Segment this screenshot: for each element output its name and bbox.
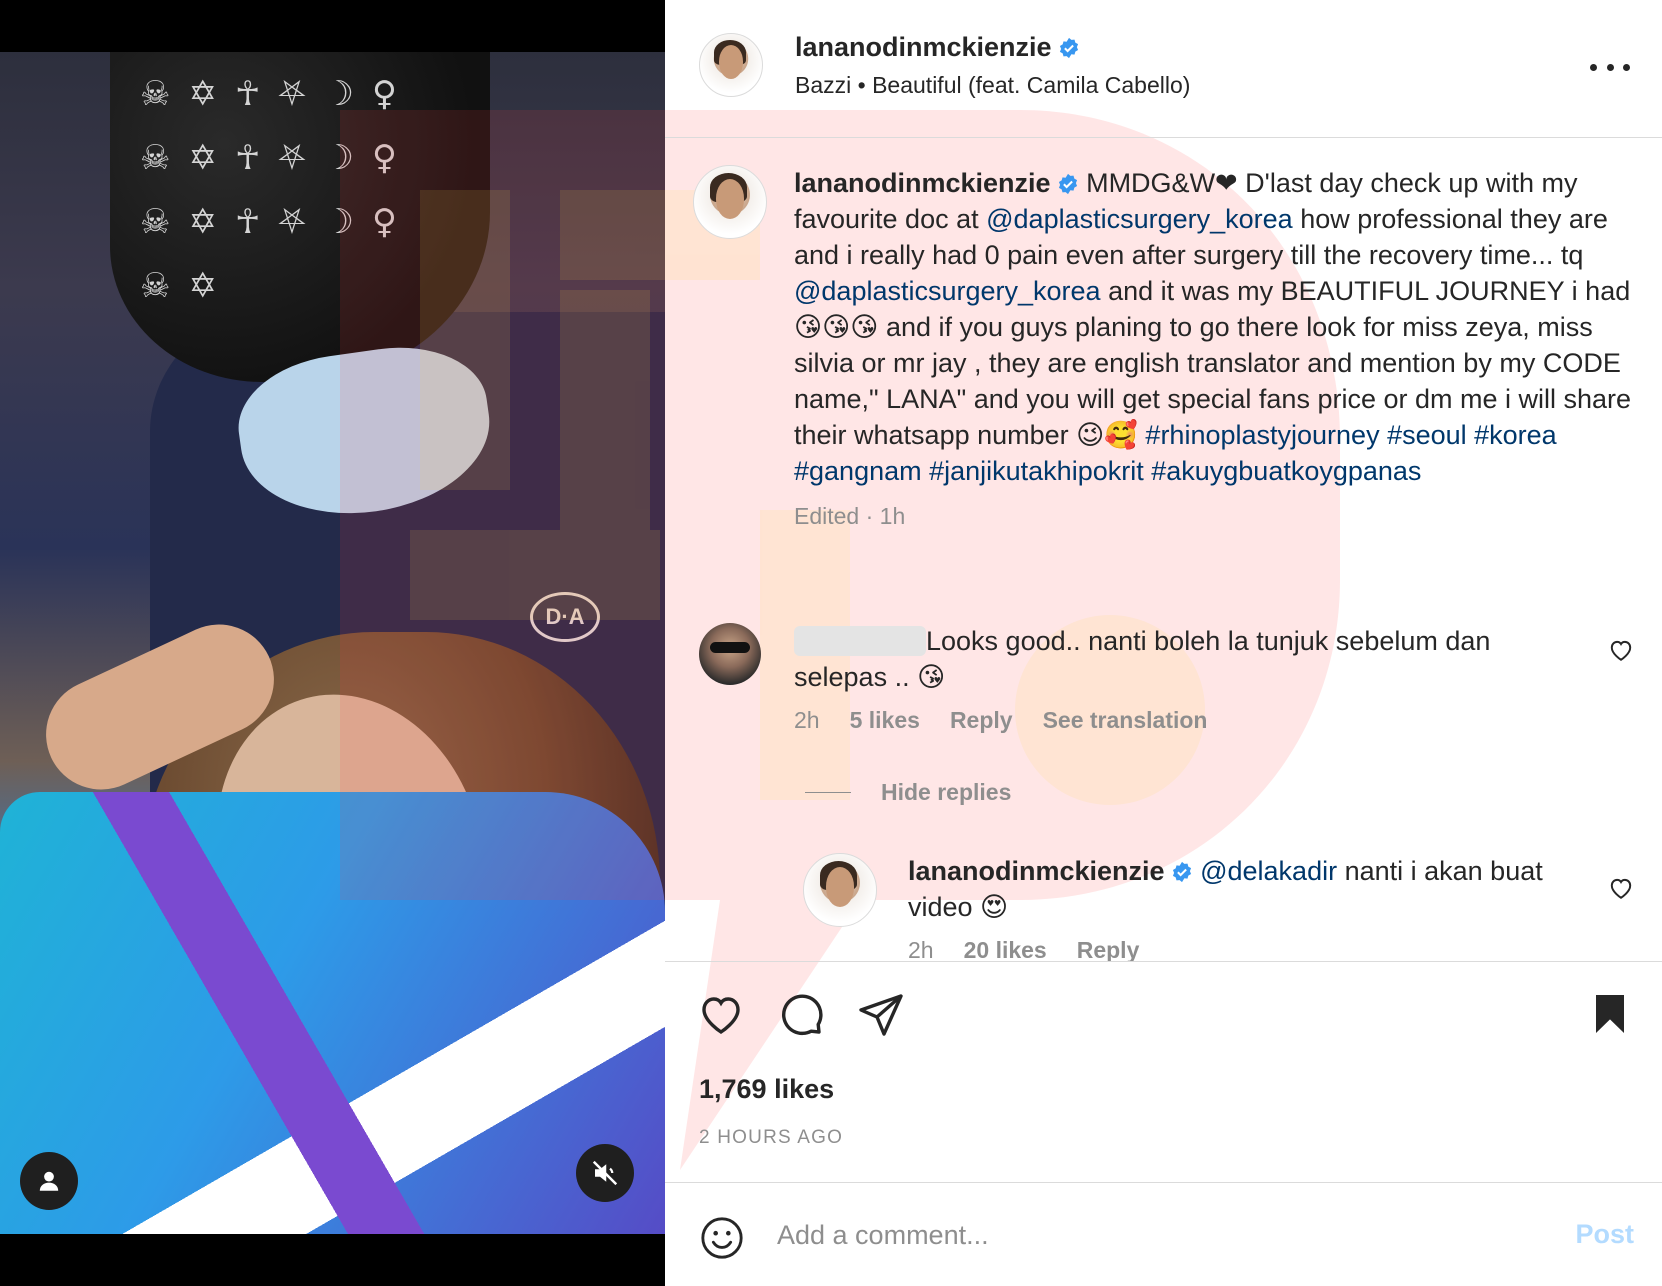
hide-replies-label[interactable]: Hide replies [881, 779, 1011, 806]
verified-badge-icon [1058, 173, 1077, 195]
mute-toggle-button[interactable] [576, 1144, 634, 1202]
blurred-username[interactable] [794, 626, 926, 656]
post-caption: lananodinmckienzie MMDG&W❤ D'last day ch… [693, 165, 1633, 530]
comment-input[interactable] [777, 1205, 1497, 1265]
author-avatar[interactable] [699, 33, 763, 97]
reply-like-heart-icon[interactable] [1608, 875, 1634, 901]
comment-reply-button[interactable]: Reply [950, 707, 1013, 734]
mention-link[interactable]: @daplasticsurgery_korea [986, 204, 1293, 234]
post-media[interactable]: D·A ☠✡☥⛧☽♀☠✡☥⛧☽♀☠✡☥⛧☽♀☠✡ [0, 0, 665, 1286]
verified-badge-icon [1172, 861, 1191, 883]
audio-separator: • [857, 72, 866, 98]
replies-divider [805, 792, 851, 793]
caption-text: lananodinmckienzie MMDG&W❤ D'last day ch… [794, 165, 1633, 489]
dot-icon [1623, 63, 1630, 71]
post-timestamp[interactable]: 2 HOURS AGO [699, 1127, 843, 1149]
comment-text: Looks good.. nanti boleh la tunjuk sebel… [794, 623, 1634, 695]
video-frame[interactable]: D·A ☠✡☥⛧☽♀☠✡☥⛧☽♀☠✡☥⛧☽♀☠✡ [0, 52, 665, 1234]
avatar-glasses [710, 641, 750, 653]
caption-username[interactable]: lananodinmckienzie [794, 168, 1051, 198]
reply-likes[interactable]: 20 likes [964, 937, 1047, 961]
share-paper-plane-icon[interactable] [857, 990, 905, 1038]
like-count[interactable]: 1,769 likes [699, 1074, 834, 1105]
saved-bookmark-icon[interactable] [1586, 990, 1634, 1038]
caption-meta: Edited · 1h [794, 503, 906, 529]
audio-track[interactable]: Bazzi • Beautiful (feat. Camila Cabello) [795, 72, 1190, 99]
tagged-users-button[interactable] [20, 1152, 78, 1210]
add-comment-bar: Post [665, 1182, 1662, 1286]
reply-actions: 2h 20 likes Reply [908, 937, 1634, 961]
reply-username[interactable]: lananodinmckienzie [908, 856, 1165, 886]
cap-pattern: ☠✡☥⛧☽♀☠✡☥⛧☽♀☠✡☥⛧☽♀☠✡ [140, 74, 415, 306]
surgical-cap: ☠✡☥⛧☽♀☠✡☥⛧☽♀☠✡☥⛧☽♀☠✡ [110, 52, 490, 382]
verified-badge-icon [1059, 37, 1078, 59]
comment-like-heart-icon[interactable] [1608, 637, 1634, 663]
audio-title[interactable]: Beautiful (feat. Camila Cabello) [872, 72, 1190, 98]
comment-item: Looks good.. nanti boleh la tunjuk sebel… [699, 623, 1634, 734]
reply-avatar[interactable] [803, 853, 877, 927]
post-actions-bar: 1,769 likes 2 HOURS AGO [665, 961, 1662, 1181]
see-translation-button[interactable]: See translation [1043, 707, 1208, 734]
comment-likes[interactable]: 5 likes [850, 707, 920, 734]
caption-avatar[interactable] [693, 165, 767, 239]
audio-artist[interactable]: Bazzi [795, 72, 851, 98]
avatar-face [825, 866, 855, 907]
mention-link[interactable]: @daplasticsurgery_korea [794, 276, 1101, 306]
comment-actions: 2h 5 likes Reply See translation [794, 707, 1634, 734]
commenter-avatar[interactable] [699, 623, 761, 685]
caption-body: MMDG&W❤ D'last day check up with my favo… [794, 168, 1631, 486]
reply-mention-link[interactable]: @delakadir [1200, 856, 1337, 886]
reply-reply-button[interactable]: Reply [1077, 937, 1140, 961]
reply-text: lananodinmckienzie @delakadir nanti i ak… [908, 853, 1634, 925]
more-options-button[interactable] [1590, 52, 1630, 82]
like-heart-icon[interactable] [697, 990, 745, 1038]
comment-time[interactable]: 2h [794, 707, 820, 734]
hide-replies-button[interactable]: Hide replies [805, 779, 1011, 806]
author-username-text[interactable]: lananodinmckienzie [795, 32, 1052, 62]
post-header: lananodinmckienzie Bazzi • Beautiful (fe… [665, 0, 1662, 138]
post-detail-panel: lananodinmckienzie Bazzi • Beautiful (fe… [665, 0, 1662, 1286]
comment-bubble-icon[interactable] [777, 990, 825, 1038]
comments-section[interactable]: lananodinmckienzie MMDG&W❤ D'last day ch… [665, 139, 1662, 961]
dot-icon [1590, 63, 1597, 71]
emoji-smiley-icon[interactable] [699, 1215, 745, 1261]
clinic-logo-badge: D·A [530, 592, 600, 642]
patient-sweater [0, 792, 665, 1234]
speaker-muted-icon [592, 1160, 618, 1186]
author-username[interactable]: lananodinmckienzie [795, 32, 1080, 63]
user-icon [39, 1171, 59, 1191]
dot-icon [1606, 63, 1614, 71]
avatar-face [718, 45, 744, 80]
reply-time[interactable]: 2h [908, 937, 934, 961]
reply-item: lananodinmckienzie @delakadir nanti i ak… [803, 853, 1634, 961]
post-comment-button[interactable]: Post [1575, 1219, 1634, 1250]
avatar-face [715, 178, 745, 219]
